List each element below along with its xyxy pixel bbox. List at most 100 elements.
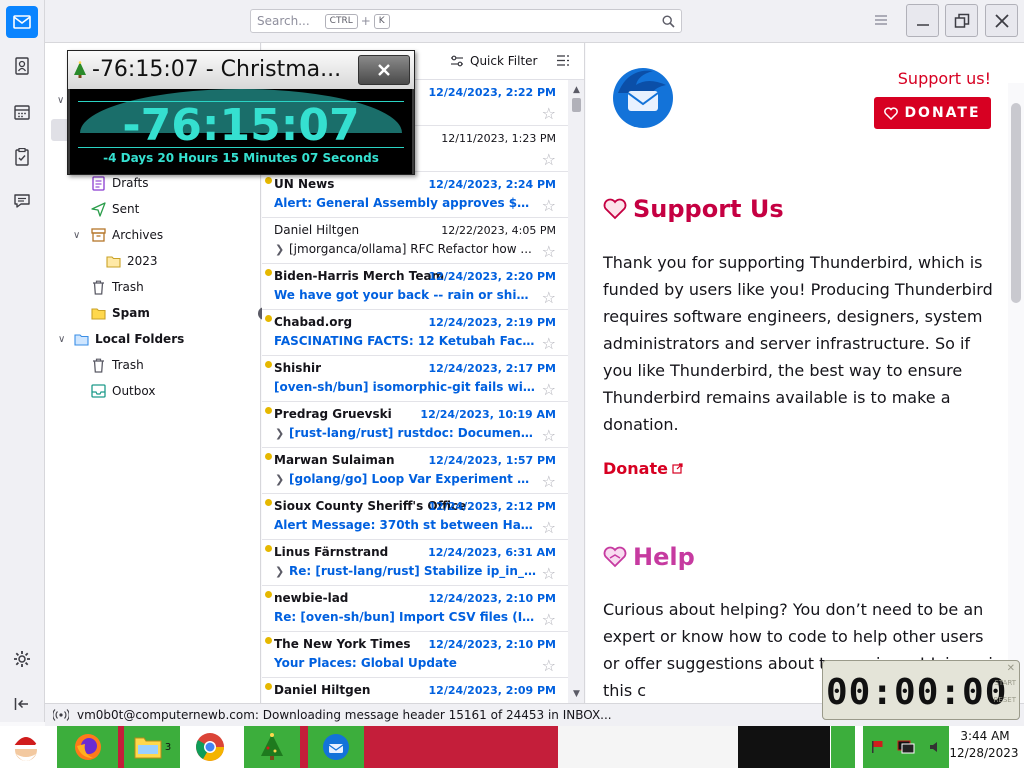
volume-icon[interactable]	[928, 740, 942, 754]
message-sender: UN News	[274, 177, 335, 191]
app-menu-button[interactable]	[874, 14, 888, 29]
message-list-scrollbar[interactable]: ▲ ▼	[568, 80, 584, 703]
message-sender: The New York Times	[274, 637, 411, 651]
star-icon[interactable]: ☆	[542, 472, 556, 491]
thread-twisty-icon[interactable]: ❯	[275, 243, 284, 256]
expand-twisty-icon[interactable]: ∨	[73, 230, 84, 241]
folder-archives[interactable]: ∨ Archives	[73, 223, 163, 247]
countdown-widget[interactable]: -76:15:07 - Christma... -76:15:07 -4 Day…	[67, 50, 415, 175]
close-window-button[interactable]	[985, 4, 1018, 37]
message-row[interactable]: newbie-lad 12/24/2023, 2:10 PM Re: [oven-s…	[262, 586, 568, 632]
message-date: 12/24/2023, 2:09 PM	[428, 684, 556, 697]
folder-archives-2023[interactable]: 2023	[105, 249, 158, 273]
thread-twisty-icon[interactable]: ❯	[275, 427, 284, 440]
support-us-heading-text: Support Us	[633, 195, 784, 223]
countdown-close-button[interactable]	[358, 55, 410, 85]
star-icon[interactable]: ☆	[542, 104, 556, 123]
star-icon[interactable]: ☆	[542, 610, 556, 629]
tasks-space-button[interactable]	[6, 141, 38, 173]
taskbar-firefox[interactable]	[57, 726, 118, 768]
stopwatch-close-icon[interactable]: ✕	[1007, 663, 1015, 674]
unread-dot-icon	[265, 591, 272, 598]
stopwatch-reset-button[interactable]: RESET	[994, 696, 1016, 704]
folder-outbox[interactable]: Outbox	[90, 379, 155, 403]
star-icon[interactable]: ☆	[542, 564, 556, 583]
tasks-icon	[15, 148, 29, 166]
scroll-thumb[interactable]	[572, 98, 581, 112]
taskbar-chrome[interactable]	[188, 726, 232, 768]
clock-time[interactable]: 3:44 AM	[950, 729, 1020, 743]
minimize-button[interactable]	[906, 4, 939, 37]
star-icon[interactable]: ☆	[542, 334, 556, 353]
settings-button[interactable]	[6, 643, 38, 675]
folder-icon	[134, 737, 162, 759]
star-icon[interactable]: ☆	[542, 150, 556, 169]
star-icon[interactable]: ☆	[542, 196, 556, 215]
local-folders-account[interactable]: ∨ Local Folders	[58, 327, 184, 351]
stopwatch-widget[interactable]: 00:00:00 ✕ START RESET	[822, 660, 1020, 720]
star-icon[interactable]: ☆	[542, 518, 556, 537]
mail-space-button[interactable]	[6, 6, 38, 38]
hamburger-icon	[875, 15, 887, 25]
message-row[interactable]: UN News 12/24/2023, 2:24 PM Alert: General…	[262, 172, 568, 218]
message-row[interactable]: Daniel Hiltgen 12/22/2023, 4:05 PM ❯ [jmorg…	[262, 218, 568, 264]
support-us-link[interactable]: Support us!	[898, 69, 991, 88]
list-display-options-button[interactable]	[556, 54, 570, 70]
start-button[interactable]	[0, 726, 52, 768]
message-row[interactable]: Linus Färnstrand 12/24/2023, 6:31 AM ❯ Re: …	[262, 540, 568, 586]
chat-space-button[interactable]	[6, 185, 38, 217]
taskbar-empty-slot	[364, 726, 558, 768]
expand-twisty-icon[interactable]: ∨	[58, 334, 69, 345]
calendar-space-button[interactable]	[6, 96, 38, 128]
star-icon[interactable]: ☆	[542, 380, 556, 399]
message-row[interactable]: Sioux County Sheriff's Office 12/24/2023,…	[262, 494, 568, 540]
message-row[interactable]: Predrag Gruevski 12/24/2023, 10:19 AM ❯ [ru…	[262, 402, 568, 448]
star-icon[interactable]: ☆	[542, 656, 556, 675]
scroll-up-arrow-icon[interactable]: ▲	[573, 85, 580, 95]
account-collapse-twisty[interactable]: ∨	[57, 95, 64, 106]
scroll-down-arrow-icon[interactable]: ▼	[573, 689, 580, 699]
folder-label: Sent	[112, 202, 140, 216]
donate-button[interactable]: DONATE	[874, 97, 991, 129]
network-icon[interactable]	[897, 740, 915, 754]
heart-outline-icon	[603, 198, 627, 220]
star-icon[interactable]: ☆	[542, 426, 556, 445]
taskbar-christmas-countdown[interactable]	[244, 726, 300, 768]
folder-sent[interactable]: Sent	[90, 197, 139, 221]
taskbar-file-explorer[interactable]: 3	[124, 726, 180, 768]
quick-filter-button[interactable]: Quick Filter	[450, 54, 537, 68]
global-search-input[interactable]: Search... CTRL + K	[250, 9, 682, 33]
message-date: 12/24/2023, 2:19 PM	[428, 316, 556, 329]
message-row[interactable]: Shishir 12/24/2023, 2:17 PM [oven-sh/bun] …	[262, 356, 568, 402]
thread-twisty-icon[interactable]: ❯	[275, 565, 284, 578]
thread-twisty-icon[interactable]: ❯	[275, 473, 284, 486]
message-row[interactable]: Biden-Harris Merch Team 12/24/2023, 2:20 …	[262, 264, 568, 310]
folder-local-trash[interactable]: Trash	[90, 353, 144, 377]
countdown-titlebar[interactable]: -76:15:07 - Christma...	[68, 51, 414, 89]
folder-label: Drafts	[112, 176, 149, 190]
close-icon	[994, 13, 1009, 28]
donate-text-link[interactable]: Donate	[603, 459, 683, 478]
taskbar: 3 3:44 AM 12/28/2023	[0, 726, 1024, 768]
message-row[interactable]: Daniel Hiltgen12/24/2023, 2:09 PM☆	[262, 678, 568, 703]
star-icon[interactable]: ☆	[542, 288, 556, 307]
content-scrollbar[interactable]	[1008, 83, 1024, 703]
message-row[interactable]: Marwan Sulaiman 12/24/2023, 1:57 PM ❯ [gola…	[262, 448, 568, 494]
message-row[interactable]: The New York Times 12/24/2023, 2:10 PM You…	[262, 632, 568, 678]
message-subject: Alert: General Assembly approves $3.59..…	[274, 196, 536, 210]
content-scroll-thumb[interactable]	[1011, 103, 1021, 303]
online-status-icon[interactable]	[53, 709, 69, 721]
flag-icon[interactable]	[870, 740, 884, 754]
star-icon[interactable]: ☆	[542, 242, 556, 261]
stopwatch-start-button[interactable]: START	[994, 679, 1016, 687]
restore-button[interactable]	[945, 4, 978, 37]
message-row[interactable]: Chabad.org 12/24/2023, 2:19 PM FASCINATING…	[262, 310, 568, 356]
collapse-spaces-button[interactable]	[6, 688, 38, 720]
folder-spam[interactable]: Spam 521	[90, 301, 291, 325]
thunderbird-logo	[608, 63, 678, 136]
donate-button-label: DONATE	[904, 105, 981, 121]
folder-trash[interactable]: Trash	[90, 275, 144, 299]
address-book-space-button[interactable]	[6, 50, 38, 82]
taskbar-thunderbird[interactable]	[308, 726, 364, 768]
clock-date[interactable]: 12/28/2023	[944, 746, 1024, 760]
